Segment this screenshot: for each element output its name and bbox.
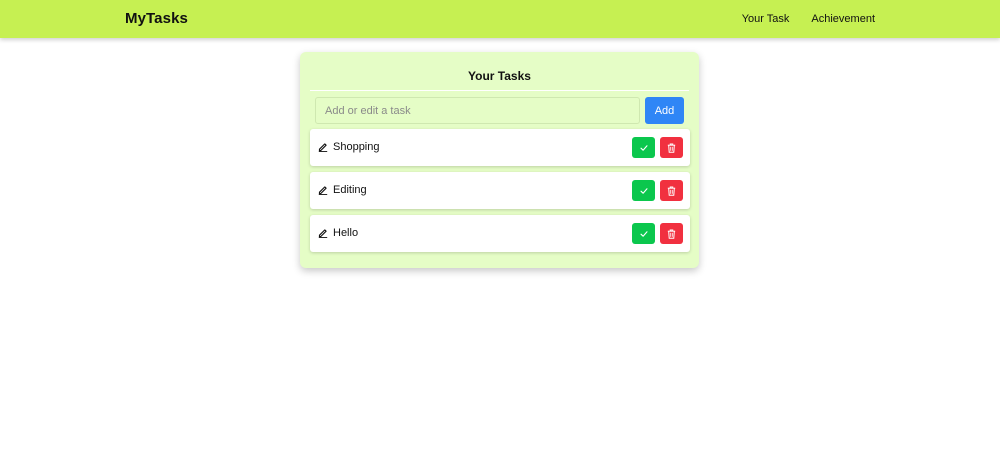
- check-icon: [639, 144, 648, 151]
- nav-link-achievement[interactable]: Achievement: [811, 13, 875, 25]
- trash-icon: [667, 143, 676, 153]
- trash-icon: [667, 229, 676, 239]
- pencil-icon[interactable]: [318, 228, 328, 238]
- trash-icon: [667, 186, 676, 196]
- panel-title: Your Tasks: [468, 69, 531, 83]
- check-icon: [639, 230, 648, 237]
- brand-logo[interactable]: MyTasks: [125, 10, 188, 27]
- delete-task-button[interactable]: [660, 137, 683, 158]
- nav-link-your-task[interactable]: Your Task: [742, 13, 790, 25]
- task-text: Shopping: [333, 141, 380, 153]
- task-item-shopping: Shopping: [310, 129, 690, 166]
- task-item-hello: Hello: [310, 215, 690, 252]
- navbar: MyTasks Your Task Achievement: [0, 0, 1000, 38]
- complete-task-button[interactable]: [632, 137, 655, 158]
- complete-task-button[interactable]: [632, 180, 655, 201]
- task-list: Shopping Editing Hello: [310, 129, 690, 258]
- check-icon: [639, 187, 648, 194]
- pencil-icon[interactable]: [318, 185, 328, 195]
- delete-task-button[interactable]: [660, 223, 683, 244]
- task-input[interactable]: [315, 97, 640, 124]
- task-text: Hello: [333, 227, 359, 239]
- task-item-editing: Editing: [310, 172, 690, 209]
- complete-task-button[interactable]: [632, 223, 655, 244]
- delete-task-button[interactable]: [660, 180, 683, 201]
- nav-links: Your Task Achievement: [742, 13, 875, 25]
- pencil-icon[interactable]: [318, 142, 328, 152]
- add-task-button[interactable]: Add: [645, 97, 684, 124]
- task-text: Editing: [333, 184, 367, 196]
- tasks-panel: Your Tasks Add Shopping: [300, 52, 699, 268]
- panel-divider: [310, 90, 689, 91]
